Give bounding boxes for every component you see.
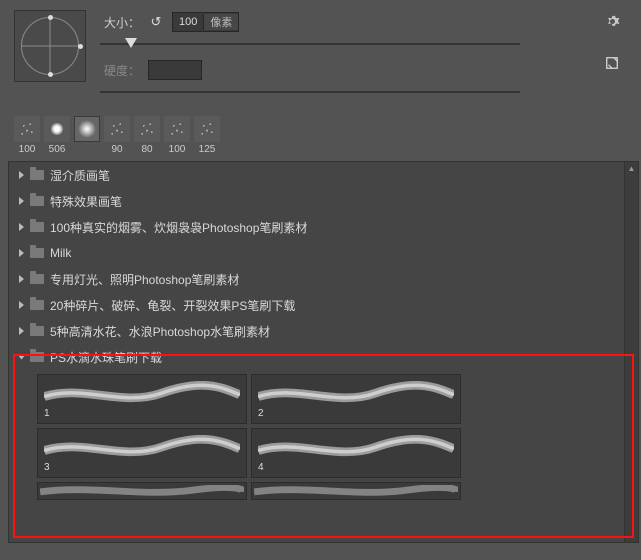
scrollbar[interactable]: ▲ xyxy=(624,162,638,542)
chevron-right-icon[interactable] xyxy=(19,301,24,309)
size-value: 100 xyxy=(173,16,203,28)
brush-thumb-label: 2 xyxy=(258,408,264,419)
size-input[interactable]: 100 像素 xyxy=(172,12,239,32)
folder-node[interactable]: Milk xyxy=(9,240,624,266)
folder-node[interactable]: 专用灯光、照明Photoshop笔刷素材 xyxy=(9,266,624,292)
brush-preset-1[interactable] xyxy=(44,116,70,142)
brush-preset-size: 90 xyxy=(111,144,122,155)
brush-preset-size: 125 xyxy=(199,144,216,155)
folder-icon xyxy=(30,248,44,258)
chevron-right-icon[interactable] xyxy=(19,327,24,335)
brush-thumb-label: 3 xyxy=(44,462,50,473)
folder-icon xyxy=(30,170,44,180)
folder-label: 100种真实的烟雾、炊烟袅袅Photoshop笔刷素材 xyxy=(50,219,307,236)
chevron-right-icon[interactable] xyxy=(19,275,24,283)
brush-thumb[interactable] xyxy=(251,482,461,500)
hardness-label: 硬度： xyxy=(100,62,140,79)
brush-thumb[interactable] xyxy=(37,482,247,500)
folder-node[interactable]: PS水滴水珠笔刷下载 xyxy=(9,344,624,370)
folder-icon xyxy=(30,196,44,206)
brush-preset-3[interactable] xyxy=(104,116,130,142)
reset-size-icon[interactable]: ↺ xyxy=(148,14,164,30)
scroll-up-icon[interactable]: ▲ xyxy=(628,164,635,172)
brush-thumb-label: 4 xyxy=(258,462,264,473)
brush-preset-6[interactable] xyxy=(194,116,220,142)
brush-preset-size: 100 xyxy=(169,144,186,155)
hardness-slider[interactable] xyxy=(100,84,520,100)
chevron-right-icon[interactable] xyxy=(19,171,24,179)
brush-preset-5[interactable] xyxy=(164,116,190,142)
folder-node[interactable]: 20种碎片、破碎、龟裂、开裂效果PS笔刷下载 xyxy=(9,292,624,318)
brush-preset-4[interactable] xyxy=(134,116,160,142)
folder-label: 特殊效果画笔 xyxy=(50,193,122,210)
folder-icon xyxy=(30,352,44,362)
folder-node[interactable]: 100种真实的烟雾、炊烟袅袅Photoshop笔刷素材 xyxy=(9,214,624,240)
brush-preset-size: 80 xyxy=(141,144,152,155)
brush-preset-0[interactable] xyxy=(14,116,40,142)
brush-thumb[interactable]: 4 xyxy=(251,428,461,478)
size-unit: 像素 xyxy=(203,14,238,30)
folder-label: 湿介质画笔 xyxy=(50,167,110,184)
chevron-down-icon[interactable] xyxy=(18,355,26,360)
chevron-right-icon[interactable] xyxy=(19,249,24,257)
brush-thumb[interactable]: 1 xyxy=(37,374,247,424)
folder-icon xyxy=(30,326,44,336)
folder-label: Milk xyxy=(50,246,71,260)
brush-thumb[interactable]: 2 xyxy=(251,374,461,424)
folder-node[interactable]: 特殊效果画笔 xyxy=(9,188,624,214)
folder-label: PS水滴水珠笔刷下载 xyxy=(50,349,162,366)
folder-node[interactable]: 湿介质画笔 xyxy=(9,162,624,188)
size-label: 大小： xyxy=(100,14,140,31)
folder-label: 5种高清水花、水浪Photoshop水笔刷素材 xyxy=(50,323,270,340)
brush-preset-2[interactable] xyxy=(74,116,100,142)
brush-thumb-label: 1 xyxy=(44,408,50,419)
chevron-right-icon[interactable] xyxy=(19,197,24,205)
brush-thumb[interactable]: 3 xyxy=(37,428,247,478)
brush-preset-size: 100 xyxy=(19,144,36,155)
folder-label: 专用灯光、照明Photoshop笔刷素材 xyxy=(50,271,239,288)
folder-label: 20种碎片、破碎、龟裂、开裂效果PS笔刷下载 xyxy=(50,297,295,314)
size-slider[interactable] xyxy=(100,36,520,52)
brush-angle-preview[interactable] xyxy=(14,10,86,82)
brush-preset-size: 506 xyxy=(49,144,66,155)
brush-preset-strip: 100 506 90 80 100 125 xyxy=(0,112,641,157)
folder-icon xyxy=(30,222,44,232)
folder-node[interactable]: 5种高清水花、水浪Photoshop水笔刷素材 xyxy=(9,318,624,344)
folder-icon xyxy=(30,300,44,310)
chevron-right-icon[interactable] xyxy=(19,223,24,231)
folder-icon xyxy=(30,274,44,284)
hardness-input[interactable] xyxy=(148,60,202,80)
new-document-icon[interactable] xyxy=(603,54,621,72)
gear-icon[interactable] xyxy=(603,12,621,30)
brush-tree: 湿介质画笔特殊效果画笔 100种真实的烟雾、炊烟袅袅Photoshop笔刷素材 Mi… xyxy=(8,161,639,543)
